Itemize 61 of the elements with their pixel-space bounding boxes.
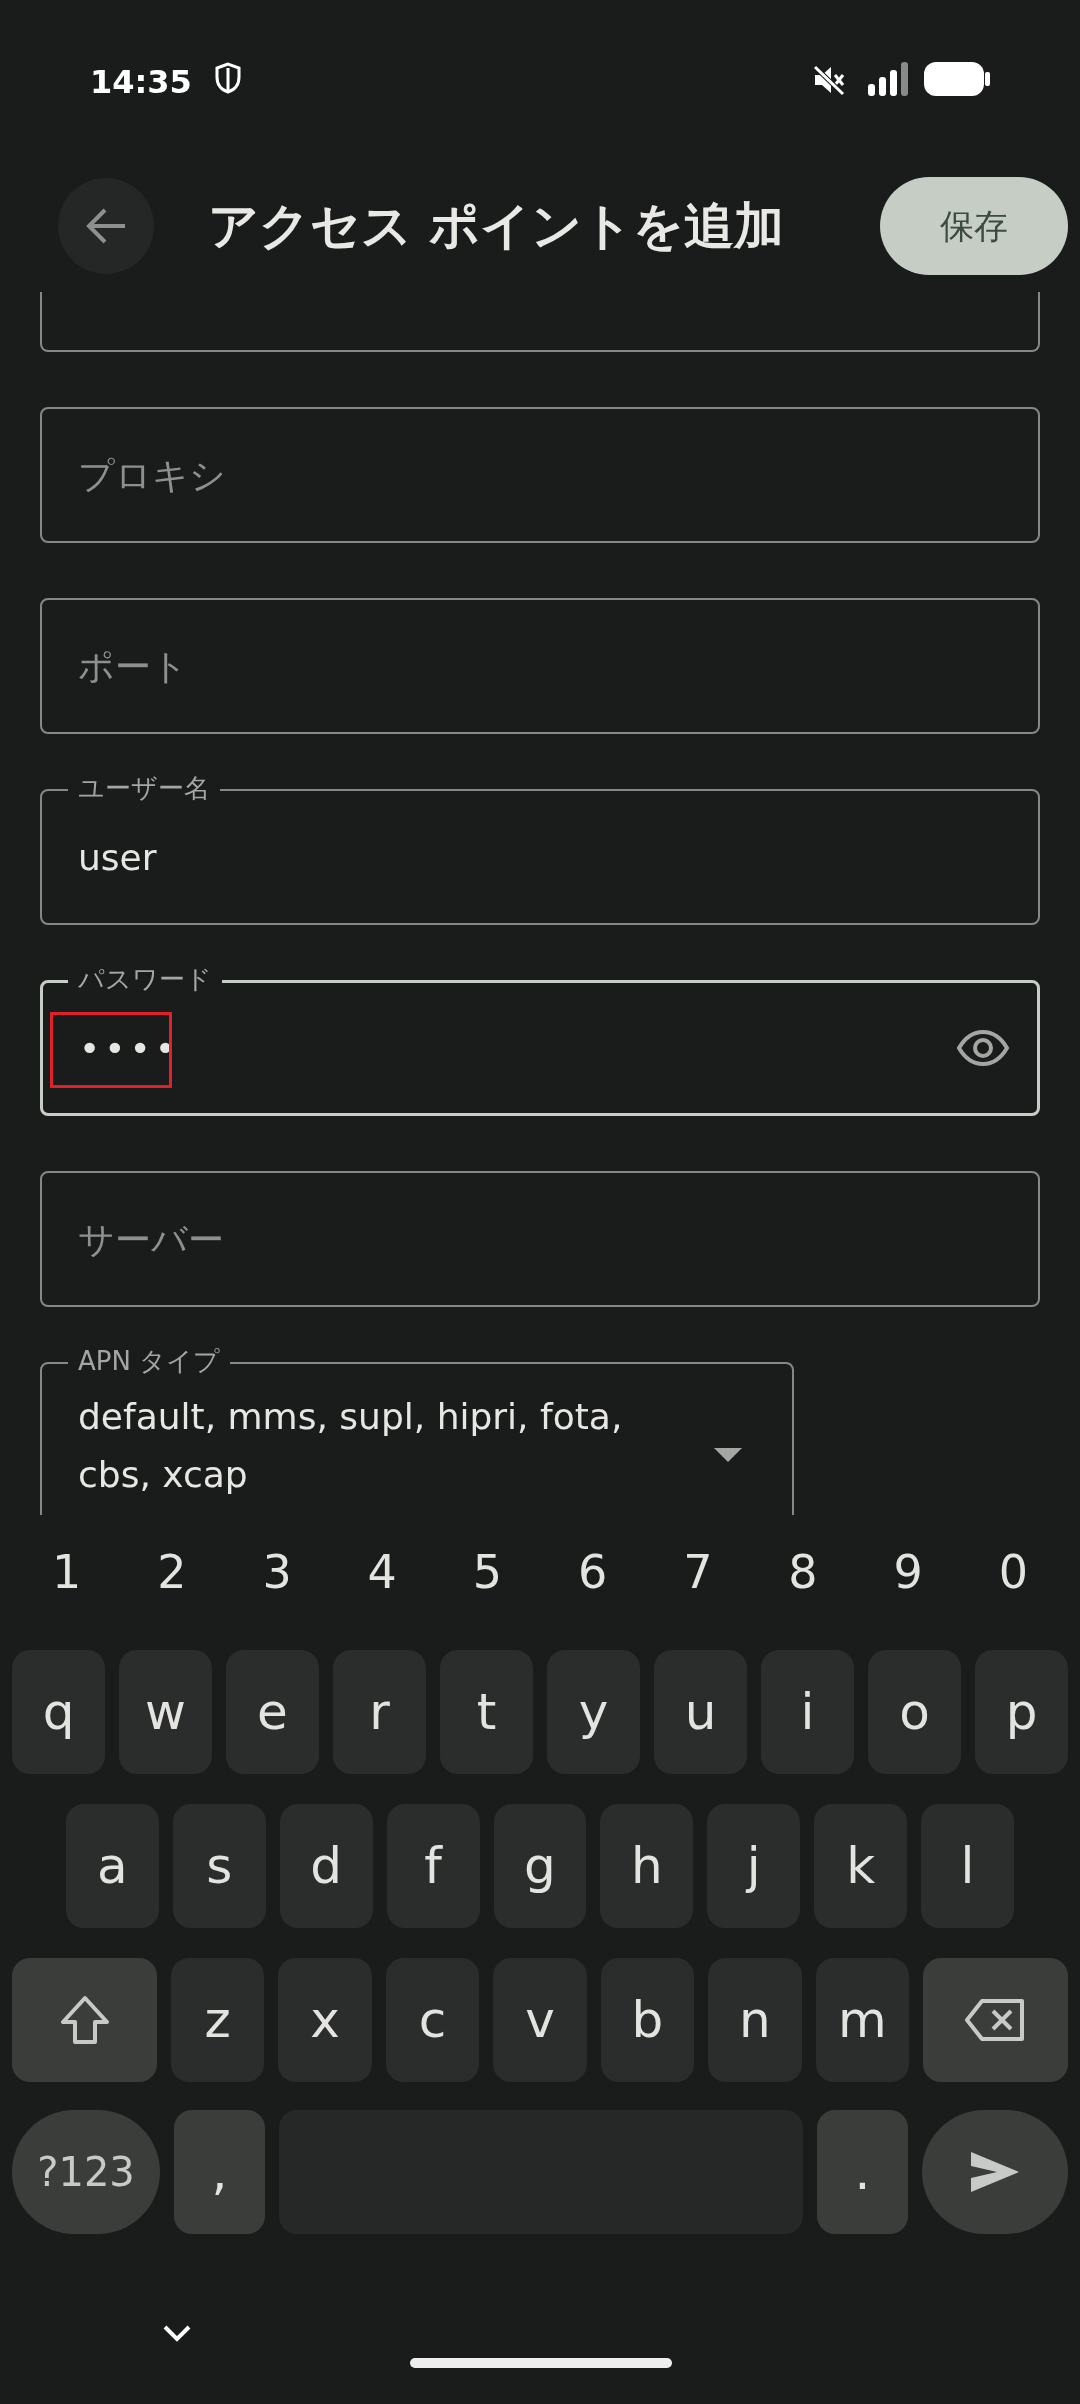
field-label: APN タイプ: [68, 1345, 231, 1377]
input-field[interactable]: ポート: [40, 598, 1040, 734]
comma-key[interactable]: ,: [174, 2110, 265, 2234]
input-field[interactable]: プロキシ: [40, 407, 1040, 543]
letter-key[interactable]: x: [278, 1958, 372, 2082]
number-key[interactable]: 5: [472, 1538, 503, 1607]
letter-key[interactable]: d: [279, 1804, 373, 1928]
shift-icon: [58, 1994, 111, 2046]
letter-key[interactable]: z: [171, 1958, 265, 2082]
letter-key[interactable]: r: [333, 1650, 426, 1774]
letter-key[interactable]: a: [66, 1804, 159, 1928]
letter-key[interactable]: n: [708, 1958, 802, 2082]
dropdown-arrow-icon: [714, 1448, 742, 1464]
letter-key[interactable]: w: [119, 1650, 212, 1774]
letter-key[interactable]: p: [975, 1650, 1068, 1774]
number-key[interactable]: 0: [998, 1538, 1028, 1607]
letter-key[interactable]: e: [226, 1650, 319, 1774]
letter-key[interactable]: q: [12, 1650, 105, 1774]
battery-icon: [924, 62, 990, 96]
letter-key[interactable]: s: [172, 1804, 266, 1928]
letter-key[interactable]: l: [921, 1804, 1014, 1928]
letter-key[interactable]: b: [600, 1958, 695, 2082]
number-key[interactable]: 1: [52, 1538, 82, 1607]
number-key[interactable]: 2: [157, 1538, 187, 1607]
status-time: 14:35: [90, 62, 192, 103]
number-key[interactable]: 8: [788, 1538, 818, 1607]
letter-key[interactable]: y: [547, 1650, 640, 1774]
backspace-icon: [964, 1998, 1027, 2042]
chevron-down-icon: [162, 2324, 192, 2342]
symbols-key[interactable]: ?123: [12, 2110, 160, 2234]
save-button[interactable]: 保存: [880, 177, 1068, 275]
letter-key[interactable]: v: [493, 1958, 587, 2082]
shield-icon: [213, 62, 242, 94]
letter-key[interactable]: g: [493, 1804, 587, 1928]
page-title: アクセス ポイントを追加: [208, 195, 785, 257]
eye-icon[interactable]: [956, 1030, 1010, 1066]
letter-key[interactable]: k: [814, 1804, 908, 1928]
send-icon: [969, 2150, 1021, 2194]
period-key[interactable]: .: [817, 2110, 908, 2234]
letter-key[interactable]: m: [815, 1958, 909, 2082]
input-field[interactable]: サーバー: [40, 1171, 1040, 1307]
number-key[interactable]: 4: [367, 1538, 397, 1607]
number-key[interactable]: 3: [262, 1538, 292, 1607]
letter-key[interactable]: t: [440, 1650, 533, 1774]
letter-key[interactable]: o: [868, 1650, 961, 1774]
backspace-key[interactable]: [922, 1958, 1068, 2082]
letter-key[interactable]: f: [386, 1804, 480, 1928]
letter-key[interactable]: j: [707, 1804, 801, 1928]
back-arrow-icon: [85, 207, 127, 245]
letter-key[interactable]: h: [600, 1804, 694, 1928]
number-key[interactable]: 6: [577, 1538, 608, 1607]
number-key[interactable]: 9: [893, 1538, 923, 1607]
mute-icon: [812, 64, 846, 96]
letter-key[interactable]: c: [385, 1958, 480, 2082]
number-key[interactable]: 7: [683, 1538, 713, 1607]
signal-icon: [868, 62, 910, 96]
input-field[interactable]: [40, 290, 1040, 352]
letter-key[interactable]: i: [761, 1650, 854, 1774]
letter-key[interactable]: u: [654, 1650, 747, 1774]
field-value: default, mms, supl, hipri, fota, cbs, xcap: [78, 1395, 624, 1497]
shift-key[interactable]: [12, 1958, 157, 2082]
